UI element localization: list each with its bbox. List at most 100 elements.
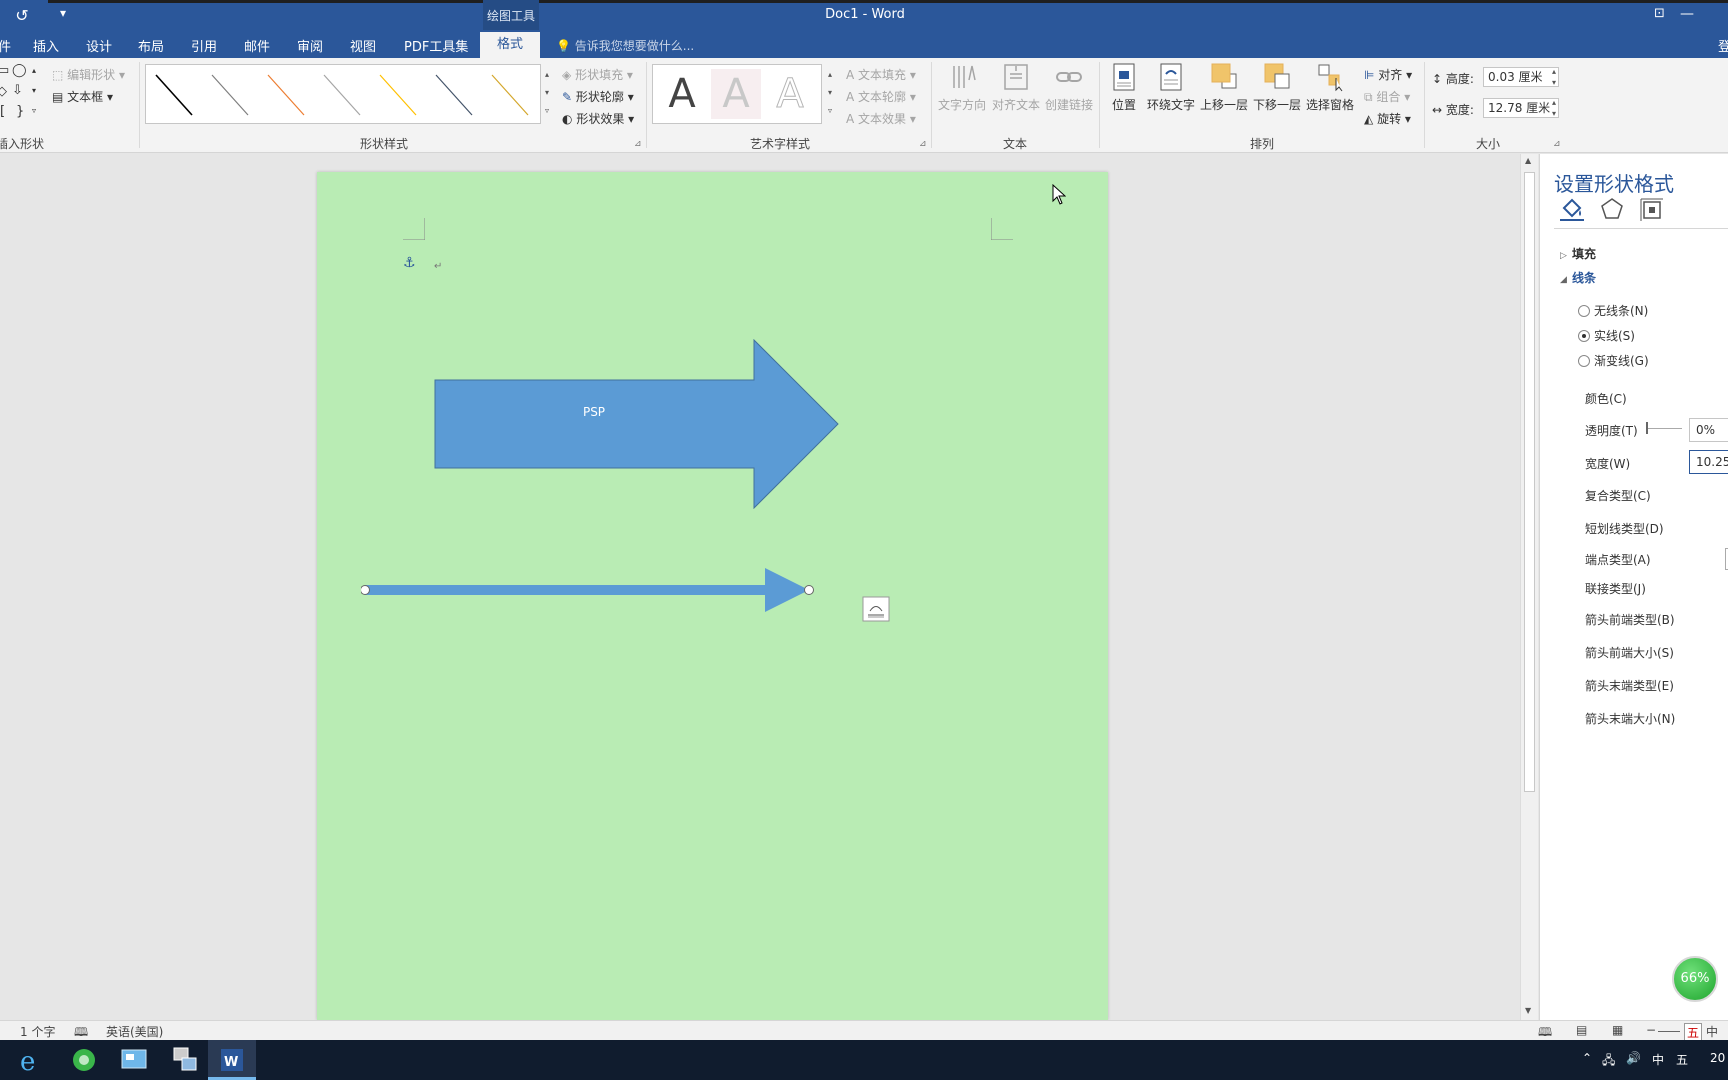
diamond-shape-icon[interactable]: ◇	[0, 84, 7, 99]
textbox-button[interactable]: ▤ 文本框 ▾	[52, 88, 113, 105]
scroll-up-icon[interactable]: ▲	[1525, 156, 1531, 165]
line-style-swatches[interactable]	[146, 65, 542, 125]
begin-arrow-type-label[interactable]: 箭头前端类型(B)	[1585, 611, 1675, 628]
selected-line-arrow[interactable]	[361, 568, 821, 612]
ime-wubi-indicator[interactable]: 五	[1676, 1051, 1688, 1068]
tab-review[interactable]: 审阅	[297, 36, 323, 55]
align-text-button[interactable]: 对齐文本	[990, 62, 1042, 113]
line-end-handle[interactable]	[804, 585, 814, 595]
dialog-launcher-icon[interactable]: ⊿	[634, 139, 642, 149]
line-style-swatch[interactable]	[323, 74, 361, 116]
word-app[interactable]: W	[208, 1040, 256, 1080]
tab-mailings[interactable]: 邮件	[244, 36, 270, 55]
size-properties-tab-icon[interactable]	[1638, 196, 1666, 222]
network-tray-icon[interactable]: 🖧	[1602, 1051, 1615, 1072]
text-direction-button[interactable]: 文字方向	[936, 62, 988, 113]
rotate-button[interactable]: ◭ 旋转 ▾	[1364, 110, 1411, 127]
wordart-style-light[interactable]: A	[711, 69, 761, 119]
down-arrow-shape-icon[interactable]: ⇩	[12, 83, 23, 98]
wrap-text-button[interactable]: 环绕文字	[1146, 62, 1196, 113]
ime-tray-indicator[interactable]: 中	[1652, 1051, 1664, 1068]
bracket-shape-icon[interactable]: [	[0, 104, 5, 119]
shape-styles-scroll-icon[interactable]: ▴ ▾ ▿	[541, 66, 553, 120]
transparency-input[interactable]: 0%	[1689, 418, 1728, 442]
tray-overflow-icon[interactable]: ⌃	[1582, 1051, 1592, 1065]
wordart-scroll-icon[interactable]: ▴ ▾ ▿	[824, 66, 836, 120]
width-spinner-icon[interactable]: ▴ ▾	[1548, 97, 1560, 119]
text-outline-button[interactable]: A 文本轮廓 ▾	[846, 88, 916, 105]
height-spinner-icon[interactable]: ▴ ▾	[1548, 66, 1560, 88]
text-effects-button[interactable]: A 文本效果 ▾	[846, 110, 916, 127]
shape-fill-button[interactable]: ◈ 形状填充 ▾	[562, 66, 633, 83]
vertical-scrollbar[interactable]: ▲ ▼	[1520, 154, 1538, 1020]
control-panel-app[interactable]	[110, 1040, 158, 1080]
line-style-swatch[interactable]	[435, 74, 473, 116]
tab-view[interactable]: 视图	[350, 36, 376, 55]
rectangle-shape-icon[interactable]: ▭	[0, 63, 9, 78]
web-layout-icon[interactable]: ▦	[1612, 1023, 1623, 1037]
ime-mode-indicator[interactable]: 中	[1706, 1023, 1718, 1040]
zoom-slider[interactable]	[1658, 1031, 1680, 1032]
language-indicator[interactable]: 英语(美国)	[106, 1023, 163, 1040]
selection-pane-button[interactable]: 选择窗格	[1305, 62, 1355, 113]
join-type-label[interactable]: 联接类型(J)	[1585, 580, 1646, 597]
internet-explorer-app[interactable]: e	[6, 1040, 54, 1080]
group-button[interactable]: ⧉ 组合 ▾	[1364, 88, 1410, 105]
line-start-handle[interactable]	[361, 585, 370, 595]
line-style-swatch[interactable]	[491, 74, 529, 116]
compound-type-label[interactable]: 复合类型(C)	[1585, 487, 1651, 504]
effects-tab-icon[interactable]	[1598, 196, 1626, 222]
wordart-style-dark[interactable]: A	[657, 69, 707, 119]
fill-section-header[interactable]: ▷ 填充	[1560, 245, 1596, 262]
shapes-scroll-icon[interactable]: ▴ ▾ ▿	[32, 61, 36, 121]
transparency-slider[interactable]	[1646, 428, 1682, 429]
clock[interactable]: 20	[1710, 1051, 1725, 1065]
line-style-swatch[interactable]	[211, 74, 249, 116]
create-link-button[interactable]: 创建链接	[1043, 62, 1095, 113]
scrollbar-thumb[interactable]	[1524, 172, 1535, 792]
minimize-icon[interactable]: —	[1680, 6, 1694, 22]
layout-options-icon[interactable]	[862, 596, 890, 622]
volume-tray-icon[interactable]: 🔊	[1626, 1051, 1641, 1065]
transparency-slider-thumb[interactable]	[1646, 422, 1648, 434]
tab-layout[interactable]: 布局	[138, 36, 164, 55]
line-width-input[interactable]: 10.25	[1689, 450, 1728, 474]
tab-pdf-tools[interactable]: PDF工具集	[404, 36, 468, 55]
send-backward-button[interactable]: 下移一层	[1252, 62, 1302, 113]
begin-arrow-size-label[interactable]: 箭头前端大小(S)	[1585, 644, 1674, 661]
block-arrow-shape[interactable]	[434, 339, 839, 509]
text-fill-button[interactable]: A 文本填充 ▾	[846, 66, 916, 83]
solid-line-radio[interactable]: 实线(S)	[1578, 327, 1635, 344]
oval-shape-icon[interactable]: ◯	[12, 63, 27, 78]
dash-type-label[interactable]: 短划线类型(D)	[1585, 520, 1664, 537]
tab-format[interactable]: 格式	[480, 32, 540, 58]
browser-app[interactable]	[60, 1040, 108, 1080]
edit-shape-button[interactable]: ⬚ 编辑形状 ▾	[52, 66, 125, 83]
arrow-text-psp[interactable]: PSP	[434, 405, 754, 419]
ribbon-display-options-icon[interactable]: ⊡	[1654, 6, 1665, 21]
document-canvas[interactable]: ⚓ ↵ PSP	[0, 154, 1520, 1020]
position-button[interactable]: 位置	[1106, 62, 1142, 113]
end-arrow-type-label[interactable]: 箭头末端类型(E)	[1585, 677, 1674, 694]
zoom-out-button[interactable]: −	[1646, 1023, 1656, 1037]
sign-in-link[interactable]: 登	[1718, 36, 1728, 55]
wordart-gallery[interactable]: A A A	[652, 64, 822, 124]
fill-line-tab-icon[interactable]	[1558, 196, 1586, 222]
customize-qat-icon[interactable]: ▾	[60, 6, 66, 20]
no-line-radio[interactable]: 无线条(N)	[1578, 302, 1648, 319]
tab-references[interactable]: 引用	[191, 36, 217, 55]
align-button[interactable]: ⊫ 对齐 ▾	[1364, 66, 1412, 83]
shape-outline-button[interactable]: ✎ 形状轮廓 ▾	[562, 88, 634, 105]
print-layout-icon[interactable]: ▤	[1576, 1023, 1587, 1037]
dialog-launcher-icon[interactable]: ⊿	[1553, 139, 1561, 149]
shape-effects-button[interactable]: ◐ 形状效果 ▾	[562, 110, 634, 127]
scroll-down-icon[interactable]: ▼	[1525, 1006, 1531, 1015]
line-style-swatch[interactable]	[379, 74, 417, 116]
cap-type-label[interactable]: 端点类型(A)	[1585, 551, 1651, 568]
undo-icon[interactable]: ↺	[12, 6, 32, 26]
bring-forward-button[interactable]: 上移一层	[1199, 62, 1249, 113]
tab-design[interactable]: 设计	[86, 36, 112, 55]
line-style-swatch[interactable]	[267, 74, 305, 116]
brace-shape-icon[interactable]: }	[16, 104, 24, 119]
tell-me-search[interactable]: 💡 告诉我您想要做什么...	[556, 37, 694, 54]
